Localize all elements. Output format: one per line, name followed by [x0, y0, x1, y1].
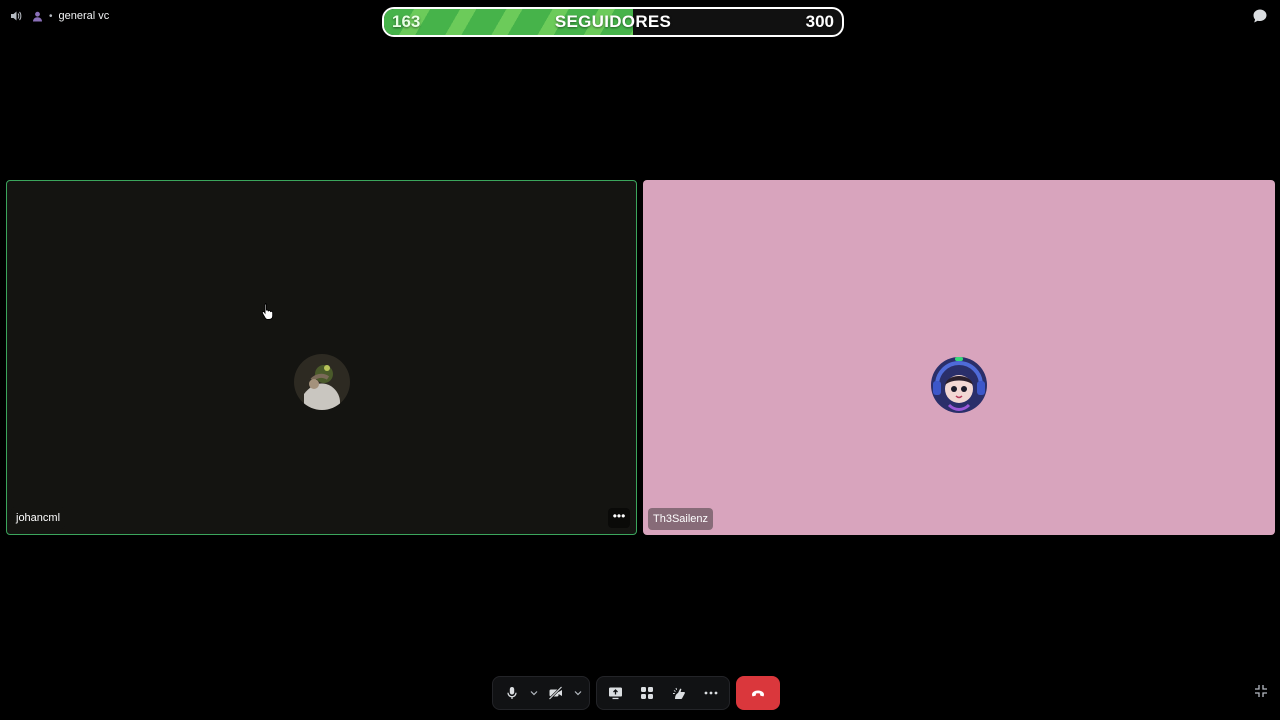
speaker-icon[interactable] — [10, 10, 22, 22]
soundboard-icon[interactable] — [663, 678, 695, 708]
phone-hangup-icon[interactable] — [736, 676, 780, 710]
audio-video-group — [492, 676, 590, 710]
participant-name: johancml — [11, 507, 66, 529]
exit-fullscreen-icon[interactable] — [1254, 684, 1268, 698]
camera-off-icon[interactable] — [541, 678, 571, 708]
call-controls — [492, 676, 780, 710]
chat-icon[interactable] — [1252, 8, 1268, 24]
participant-name: Th3Sailenz — [648, 508, 714, 530]
chevron-down-icon[interactable] — [527, 678, 541, 708]
voice-call-stage: • general vc 163 SEGUIDORES 300 johancml… — [0, 0, 1280, 720]
participant-tile[interactable]: johancml ••• — [6, 180, 637, 535]
goal-label: SEGUIDORES — [554, 12, 672, 31]
user-avatar-photo-icon — [293, 353, 350, 410]
channel-name[interactable]: general vc — [59, 10, 110, 22]
chevron-down-icon[interactable] — [571, 678, 585, 708]
more-icon[interactable] — [695, 678, 727, 708]
activities-group — [596, 676, 730, 710]
more-options-icon[interactable]: ••• — [608, 508, 630, 528]
goal-target-count: 300 — [805, 12, 834, 31]
microphone-icon[interactable] — [497, 678, 527, 708]
participant-tile[interactable]: Th3Sailenz — [643, 180, 1275, 535]
screen-share-icon[interactable] — [599, 678, 631, 708]
channel-header: • general vc — [10, 8, 109, 24]
user-icon[interactable] — [32, 11, 43, 22]
pointer-cursor-icon — [261, 302, 275, 320]
follower-goal-bar: 163 SEGUIDORES 300 — [382, 7, 844, 37]
separator-dot: • — [49, 10, 53, 22]
activities-icon[interactable] — [631, 678, 663, 708]
anime-avatar-headphones-icon — [929, 354, 989, 415]
